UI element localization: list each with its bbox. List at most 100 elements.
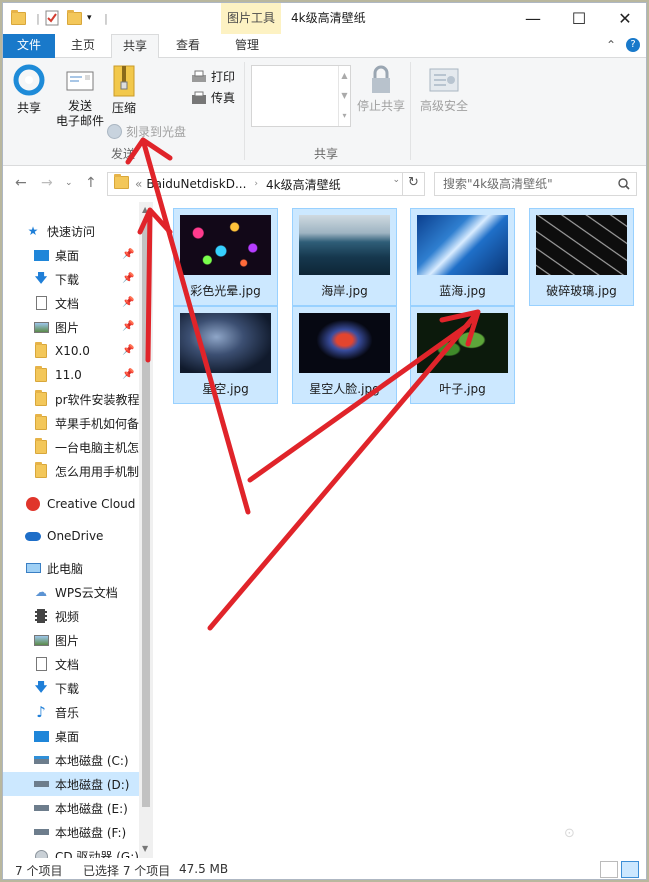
title-bar: | ▾ | 图片工具 4k级高清壁纸 — ☐ ✕ (3, 3, 646, 34)
drive-icon (33, 776, 49, 792)
separator: | (36, 11, 40, 25)
burn-to-disc-button[interactable]: 刻录到光盘 (107, 123, 186, 140)
sidebar-item-pr[interactable]: pr软件安装教程 (33, 387, 139, 411)
maximize-button[interactable]: ☐ (556, 3, 602, 34)
forward-button[interactable]: → (41, 175, 53, 191)
scroll-down-icon[interactable]: ▼ (142, 844, 148, 853)
breadcrumb-current[interactable]: 4k级高清壁纸 (266, 176, 341, 193)
email-icon (66, 71, 94, 91)
advanced-security-button[interactable]: 高级安全 (417, 66, 471, 114)
pin-icon[interactable]: 📌 (122, 345, 134, 356)
folder-icon (33, 414, 49, 431)
tab-manage[interactable]: 管理 (224, 34, 270, 58)
large-icons-view-icon[interactable] (621, 861, 639, 878)
search-icon[interactable] (618, 178, 630, 190)
file-name: 星空.jpg (202, 382, 249, 396)
share-icon (13, 64, 45, 96)
fax-icon (192, 91, 206, 104)
properties-icon[interactable] (45, 9, 59, 27)
breadcrumb-parent[interactable]: BaiduNetdiskD... (146, 177, 246, 191)
sidebar-item-drive-d[interactable]: 本地磁盘 (D:) (3, 772, 139, 796)
collapse-ribbon-icon[interactable]: ⌃ (606, 38, 616, 52)
drive-icon (33, 800, 49, 816)
breadcrumb-overflow[interactable]: « (135, 177, 142, 191)
email-button[interactable]: 发送 电子邮件 (51, 66, 109, 129)
new-folder-icon[interactable] (67, 9, 82, 27)
address-bar[interactable]: « BaiduNetdiskD... › 4k级高清壁纸 ⌄ ↻ (107, 172, 425, 196)
share-with-list[interactable]: ▲ ▼ ▾ (251, 65, 351, 127)
pin-icon[interactable]: 📌 (122, 321, 134, 332)
ribbon-separator (410, 62, 411, 160)
status-bar: 7 个项目 已选择 7 个项目 47.5 MB (3, 858, 646, 879)
customize-qa-icon[interactable]: ▾ (87, 9, 92, 27)
tab-home[interactable]: 主页 (60, 34, 106, 58)
sidebar-scrollbar-thumb[interactable] (142, 222, 150, 807)
file-item[interactable]: 破碎玻璃.jpg (529, 208, 634, 306)
desktop-icon (33, 247, 49, 263)
stop-sharing-button[interactable]: 停止共享 (355, 64, 407, 114)
folder-icon (114, 174, 129, 192)
folder-icon (33, 390, 49, 407)
zip-icon (113, 65, 135, 97)
navigation-pane: ★ 快速访问 桌面 📌 🡇 下载 📌 文档 📌 图片 📌 X10.0 📌 11.… (3, 202, 153, 864)
file-name: 海岸.jpg (321, 284, 368, 298)
pin-icon[interactable]: 📌 (122, 273, 134, 284)
file-item[interactable]: 蓝海.jpg (410, 208, 515, 306)
pin-icon[interactable]: 📌 (122, 249, 134, 260)
group-label-share: 共享 (314, 147, 339, 161)
minimize-button[interactable]: — (510, 3, 556, 34)
onedrive-icon (25, 528, 41, 544)
navigation-bar: ← → ⌄ ↑ « BaiduNetdiskD... › 4k级高清壁纸 ⌄ ↻… (3, 166, 646, 202)
pin-icon[interactable]: 📌 (122, 297, 134, 308)
fax-button[interactable]: 传真 (191, 89, 235, 106)
file-item[interactable]: 海岸.jpg (292, 208, 397, 306)
file-name: 叶子.jpg (439, 382, 486, 396)
search-input[interactable]: 搜索"4k级高清壁纸" (434, 172, 637, 196)
sidebar-item-iphone[interactable]: 苹果手机如何备 (33, 411, 139, 435)
disc-icon (107, 124, 122, 139)
pin-icon[interactable]: 📌 (122, 369, 134, 380)
print-button[interactable]: 打印 (191, 68, 235, 85)
ribbon-separator (244, 62, 245, 160)
tab-share[interactable]: 共享 (111, 34, 160, 59)
document-icon (33, 656, 49, 672)
video-icon (33, 608, 49, 624)
folder-icon (33, 366, 49, 383)
computer-icon (25, 560, 41, 576)
scroll-up-icon[interactable]: ▲ (142, 205, 148, 214)
download-icon: 🡇 (34, 270, 48, 285)
folder-icon[interactable] (11, 9, 26, 27)
sidebar-item-pc[interactable]: 一台电脑主机怎 (33, 435, 139, 459)
sidebar-item-phone[interactable]: 怎么用用手机制 (33, 459, 139, 483)
up-button[interactable]: ↑ (85, 175, 97, 191)
file-name: 破碎玻璃.jpg (546, 284, 617, 298)
file-list: 彩色光晕.jpg 海岸.jpg 蓝海.jpg 破碎玻璃.jpg 星空.jpg 星… (153, 202, 646, 858)
tab-file[interactable]: 文件 (3, 34, 55, 58)
security-icon (429, 68, 459, 92)
share-button[interactable]: 共享 (9, 64, 49, 116)
selection-count: 已选择 7 个项目 (83, 864, 171, 878)
lock-icon (372, 65, 390, 93)
address-dropdown-icon[interactable]: ⌄ (392, 175, 400, 185)
details-view-icon[interactable] (600, 861, 618, 878)
drive-c-icon (33, 752, 49, 768)
back-button[interactable]: ← (15, 175, 27, 191)
file-item[interactable]: 星空人脸.jpg (292, 306, 397, 404)
file-name: 彩色光晕.jpg (190, 284, 261, 298)
printer-icon (192, 70, 206, 82)
file-item[interactable]: 叶子.jpg (410, 306, 515, 404)
recent-locations-icon[interactable]: ⌄ (65, 178, 73, 188)
file-name: 星空人脸.jpg (309, 382, 380, 396)
close-button[interactable]: ✕ (602, 3, 646, 34)
refresh-icon[interactable]: ↻ (402, 172, 424, 196)
folder-icon (33, 342, 49, 359)
file-item[interactable]: 星空.jpg (173, 306, 278, 404)
help-icon[interactable]: ? (626, 38, 640, 52)
context-tab-picture-tools: 图片工具 (221, 3, 281, 34)
breadcrumb-chevron-icon[interactable]: › (254, 179, 258, 189)
zip-button[interactable]: 压缩 (109, 64, 139, 116)
watermark: ⊙ (564, 826, 575, 841)
tab-view[interactable]: 查看 (165, 34, 211, 58)
file-item[interactable]: 彩色光晕.jpg (173, 208, 278, 306)
image-thumbnail (180, 215, 271, 275)
